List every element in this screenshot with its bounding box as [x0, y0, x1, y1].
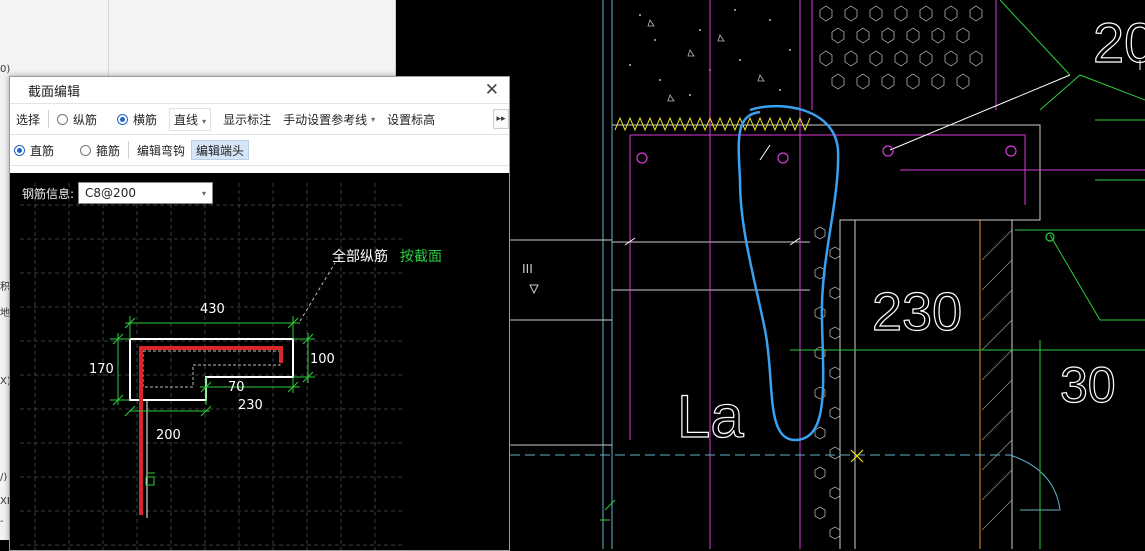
edge-glyph: 0)	[0, 64, 11, 75]
dim-left-label: 170	[89, 362, 114, 377]
chevron-down-icon: ▾	[371, 114, 376, 124]
dialog-title: 截面编辑	[28, 84, 81, 100]
show-dims-button[interactable]: 显示标注	[217, 104, 277, 134]
section-inner-dashed	[142, 350, 281, 388]
select-label: 选择	[16, 112, 41, 127]
stirrup-label: 箍筋	[96, 143, 121, 158]
rebar-info-field: 钢筋信息: C8@200 ▾	[22, 182, 214, 204]
toolbar-separator	[48, 110, 50, 128]
transverse-label: 横筋	[133, 112, 158, 127]
edge-glyph: /)	[0, 472, 8, 483]
radio-selected-icon	[14, 144, 25, 156]
cad-label-30: 30	[1060, 357, 1116, 413]
section-edit-dialog[interactable]: 截面编辑 ✕ 选择 纵筋 横筋 直线 ▾ 显示标注 手动设置参考线 ▾ 设置标高 ▸…	[9, 76, 510, 551]
edit-hook-label: 编辑弯钩	[137, 143, 186, 158]
radio-selected-icon	[117, 113, 129, 125]
dim-bottom-label: 230	[238, 398, 263, 413]
dim-top-label: 430	[200, 302, 225, 317]
set-elevation-label: 设置标高	[387, 112, 436, 127]
dim-leg-label: 200	[156, 428, 181, 443]
line-mode-dropdown[interactable]: 直线 ▾	[163, 104, 217, 134]
stirrup-radio[interactable]: 箍筋	[74, 135, 126, 165]
radio-icon	[80, 144, 92, 156]
app-background-panel	[0, 0, 396, 80]
line-mode-label: 直线	[174, 112, 199, 127]
close-icon[interactable]: ✕	[485, 81, 499, 99]
grid	[20, 183, 402, 550]
manual-ref-dropdown[interactable]: 手动设置参考线 ▾	[277, 104, 381, 134]
toolbar-secondary: 直筋 箍筋 编辑弯钩 编辑端头	[10, 135, 509, 166]
annotation-leader	[299, 262, 336, 322]
edit-hook-button[interactable]: 编辑弯钩	[131, 135, 191, 165]
longitudinal-radio[interactable]: 纵筋	[51, 104, 103, 134]
edit-end-button[interactable]: 编辑端头	[191, 140, 250, 160]
section-drawing[interactable]: 全部纵筋 按截面 430 100 170 70 230 200	[10, 173, 509, 550]
radio-icon	[57, 113, 69, 125]
select-button[interactable]: 选择	[10, 104, 46, 134]
rebar-info-value: C8@200	[85, 186, 136, 200]
panel-divider	[108, 0, 109, 80]
section-canvas[interactable]: 钢筋信息: C8@200 ▾ 全部纵筋 按截面 430 100 170 70 2…	[10, 173, 509, 550]
straight-rebar-radio[interactable]: 直筋	[10, 135, 60, 165]
straight-label: 直筋	[30, 143, 55, 158]
set-elevation-button[interactable]: 设置标高	[381, 104, 441, 134]
edit-end-label: 编辑端头	[196, 143, 245, 158]
dim-step-label: 70	[228, 380, 245, 395]
dim-right-label: 100	[310, 352, 335, 367]
annotation-by-section[interactable]: 按截面	[400, 249, 442, 265]
chevron-down-icon: ▾	[202, 116, 207, 126]
cad-label-230: 230	[872, 282, 962, 342]
rebar-info-select[interactable]: C8@200 ▾	[78, 182, 214, 204]
line-mode-value: 直线 ▾	[169, 107, 212, 131]
show-dims-label: 显示标注	[223, 112, 272, 127]
chevron-down-icon: ▾	[202, 188, 207, 198]
more-tools-icon[interactable]: ▸▸	[493, 109, 509, 129]
transverse-radio[interactable]: 横筋	[111, 104, 163, 134]
manual-ref-label: 手动设置参考线	[283, 112, 368, 127]
dialog-titlebar[interactable]: 截面编辑 ✕	[10, 77, 509, 103]
cad-label-la: La	[677, 383, 744, 450]
annotation-all-longitudinal: 全部纵筋	[332, 248, 388, 265]
longitudinal-label: 纵筋	[73, 112, 98, 127]
rebar-info-label: 钢筋信息:	[22, 186, 75, 201]
edge-glyph: -	[0, 516, 4, 527]
cad-label-20: 20	[1093, 11, 1145, 74]
toolbar-primary: 选择 纵筋 横筋 直线 ▾ 显示标注 手动设置参考线 ▾ 设置标高 ▸▸	[10, 103, 509, 135]
cad-label-roman: III	[522, 261, 533, 276]
toolbar-separator	[128, 141, 130, 159]
